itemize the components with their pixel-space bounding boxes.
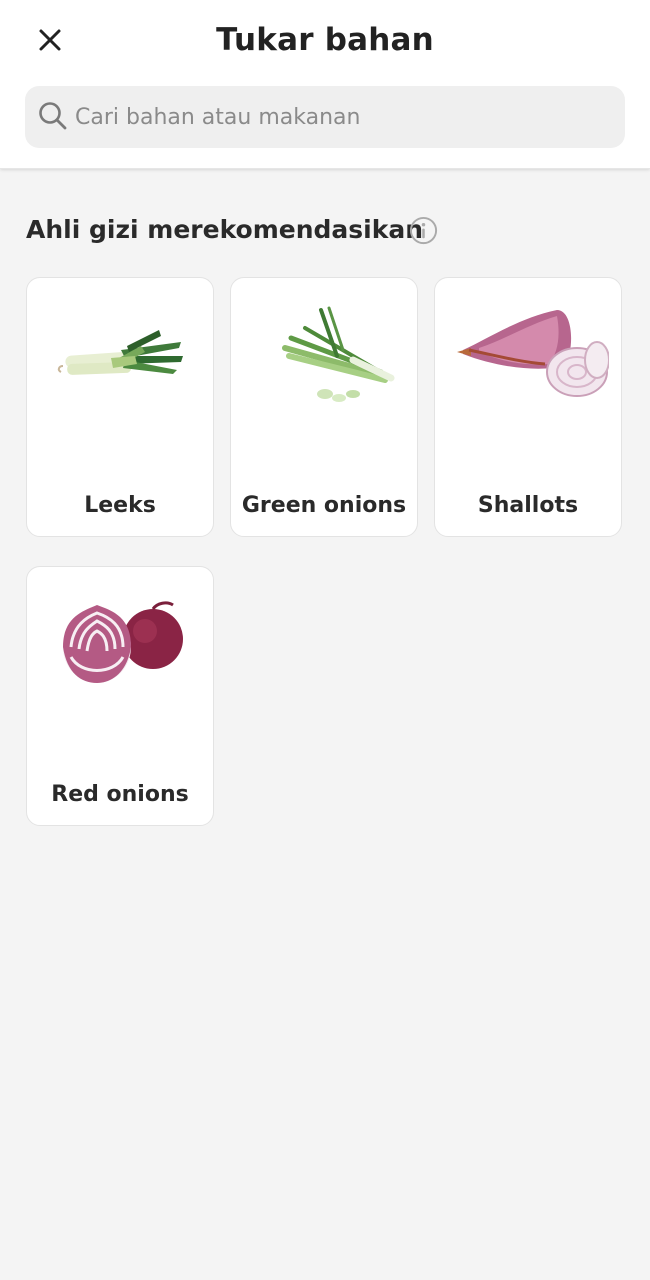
leeks-image bbox=[57, 330, 183, 375]
ingredient-label: Leeks bbox=[84, 493, 156, 518]
search-bar[interactable] bbox=[25, 86, 625, 148]
ingredient-card-leeks[interactable]: Leeks bbox=[26, 277, 214, 537]
green-onions-image bbox=[282, 306, 395, 402]
shallots-image bbox=[457, 310, 609, 397]
red-onions-image bbox=[63, 601, 183, 683]
ingredient-label: Red onions bbox=[51, 782, 189, 807]
ingredient-label: Shallots bbox=[477, 493, 579, 518]
page-title: Tukar bahan bbox=[216, 22, 434, 58]
info-icon[interactable] bbox=[408, 215, 439, 246]
app-header: Tukar bahan bbox=[0, 0, 650, 169]
ingredient-card-shallots[interactable]: Shallots bbox=[434, 277, 622, 537]
ingredient-label: Green onions bbox=[241, 493, 407, 518]
ingredient-card-red-onions[interactable]: Red onions bbox=[26, 566, 214, 826]
search-icon bbox=[39, 102, 67, 130]
section-title: Ahli gizi merekomendasikan bbox=[26, 215, 424, 244]
ingredient-card-green-onions[interactable]: Green onions bbox=[230, 277, 418, 537]
search-input[interactable] bbox=[75, 86, 615, 148]
